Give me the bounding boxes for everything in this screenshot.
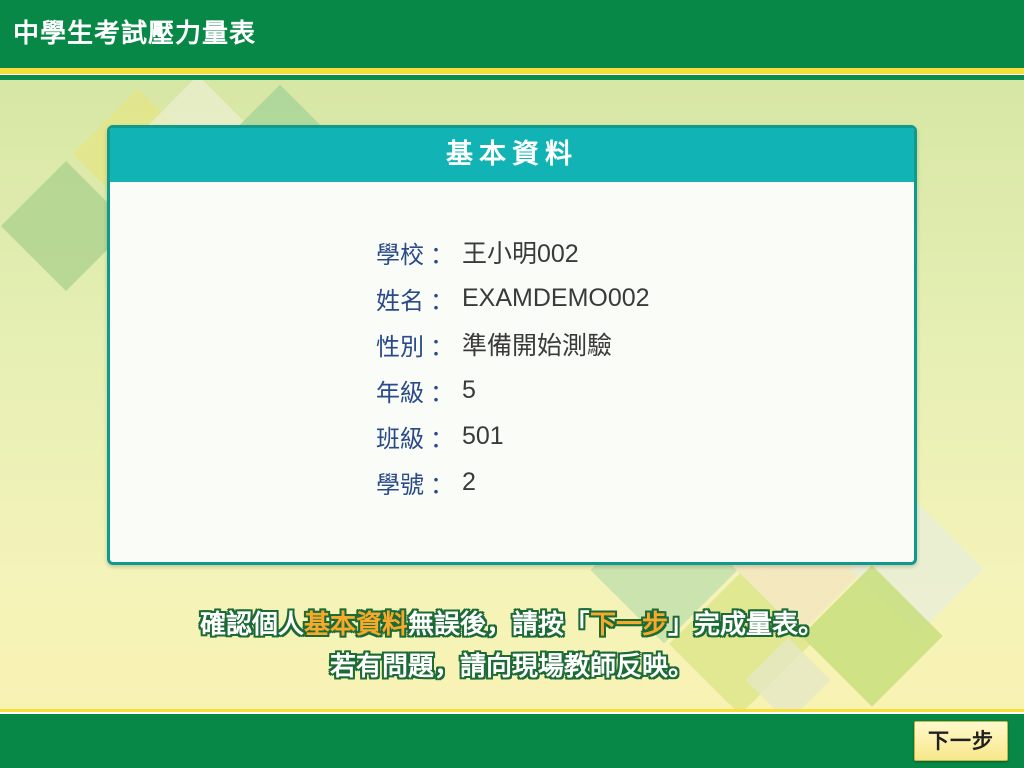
info-label: 學校 — [376, 240, 424, 269]
info-value: 5 — [462, 375, 476, 404]
instruction-text: 」完成量表。 — [668, 610, 825, 640]
info-label: 姓名 — [376, 286, 424, 315]
info-separator: ： — [430, 240, 454, 269]
info-row-student-number: 學號 ： 2 — [376, 459, 650, 505]
instruction-highlight: 基本資料 — [303, 610, 408, 640]
instruction-highlight: 下一步 — [590, 610, 669, 640]
info-separator: ： — [430, 470, 454, 499]
basic-info-panel: 基本資料 學校 ： 王小明002 姓名 ： EXAMDEMO002 性別 ： 準… — [107, 125, 917, 565]
info-row-school: 學校 ： 王小明002 — [376, 229, 650, 275]
info-row-class: 班級 ： 501 — [376, 413, 650, 459]
instruction-line-2: 若有問題，請向現場教師反映。 — [329, 652, 694, 682]
instruction-line-1: 確認個人基本資料無誤後，請按「下一步」完成量表。 — [0, 604, 1024, 641]
app-footer — [0, 714, 1024, 768]
header-stripe — [0, 68, 1024, 80]
info-value: 501 — [462, 421, 504, 450]
info-row-name: 姓名 ： EXAMDEMO002 — [376, 275, 650, 321]
info-value: EXAMDEMO002 — [462, 283, 650, 312]
info-separator: ： — [430, 332, 454, 361]
instruction-text: 無誤後，請按「 — [407, 610, 590, 640]
info-label: 班級 — [376, 424, 424, 453]
info-separator: ： — [430, 424, 454, 453]
info-value: 準備開始測驗 — [462, 332, 613, 360]
info-value: 王小明002 — [462, 240, 579, 268]
info-separator: ： — [430, 378, 454, 407]
app-title: 中學生考試壓力量表 — [13, 19, 257, 49]
info-value: 2 — [462, 467, 476, 496]
next-button[interactable]: 下一步 — [914, 721, 1008, 761]
info-row-grade: 年級 ： 5 — [376, 367, 650, 413]
info-label: 學號 — [376, 470, 424, 499]
instruction-text: 確認個人 — [199, 610, 304, 640]
info-label: 年級 — [376, 378, 424, 407]
panel-body: 學校 ： 王小明002 姓名 ： EXAMDEMO002 性別 ： 準備開始測驗… — [110, 182, 914, 562]
panel-title: 基本資料 — [110, 128, 914, 182]
info-label: 性別 — [376, 332, 424, 361]
app-header: 中學生考試壓力量表 — [0, 0, 1024, 68]
info-row-gender: 性別 ： 準備開始測驗 — [376, 321, 650, 367]
info-separator: ： — [430, 286, 454, 315]
info-list: 學校 ： 王小明002 姓名 ： EXAMDEMO002 性別 ： 準備開始測驗… — [376, 229, 650, 505]
